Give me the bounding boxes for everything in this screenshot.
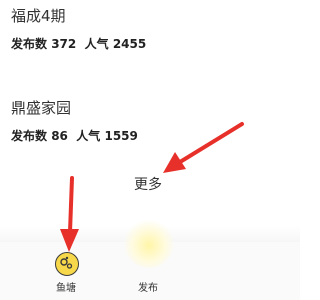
posts-label: 发布数 [11, 129, 48, 143]
tab-label: 鱼塘 [56, 283, 76, 294]
community-item-fucheng[interactable]: 福成4期 发布数 372 人气 2455 [11, 6, 281, 52]
popularity-label: 人气 [76, 129, 101, 143]
community-item-dingsheng[interactable]: 鼎盛家园 发布数 86 人气 1559 [11, 98, 281, 144]
bottom-tab-bar: 鱼塘 发布 [0, 218, 300, 300]
posts-count: 86 [51, 129, 68, 143]
app-screen: 福成4期 发布数 372 人气 2455 鼎盛家园 发布数 86 人气 1559… [0, 0, 300, 300]
popularity-count: 1559 [104, 129, 138, 143]
more-button[interactable]: 更多 [134, 176, 162, 194]
tab-publish[interactable]: 发布 [118, 218, 178, 300]
popularity-count: 2455 [112, 37, 147, 51]
community-stats: 发布数 372 人气 2455 [11, 36, 281, 52]
popularity-label: 人气 [84, 37, 109, 51]
community-name: 鼎盛家园 [11, 99, 72, 117]
community-stats: 发布数 86 人气 1559 [11, 128, 281, 144]
publish-icon [124, 218, 174, 268]
tab-fish-pond[interactable]: 鱼塘 [36, 242, 96, 300]
tab-label: 发布 [138, 283, 158, 294]
fish-pond-icon [55, 252, 79, 276]
posts-count: 372 [51, 37, 77, 51]
community-name: 福成4期 [11, 7, 66, 25]
posts-label: 发布数 [11, 37, 48, 51]
